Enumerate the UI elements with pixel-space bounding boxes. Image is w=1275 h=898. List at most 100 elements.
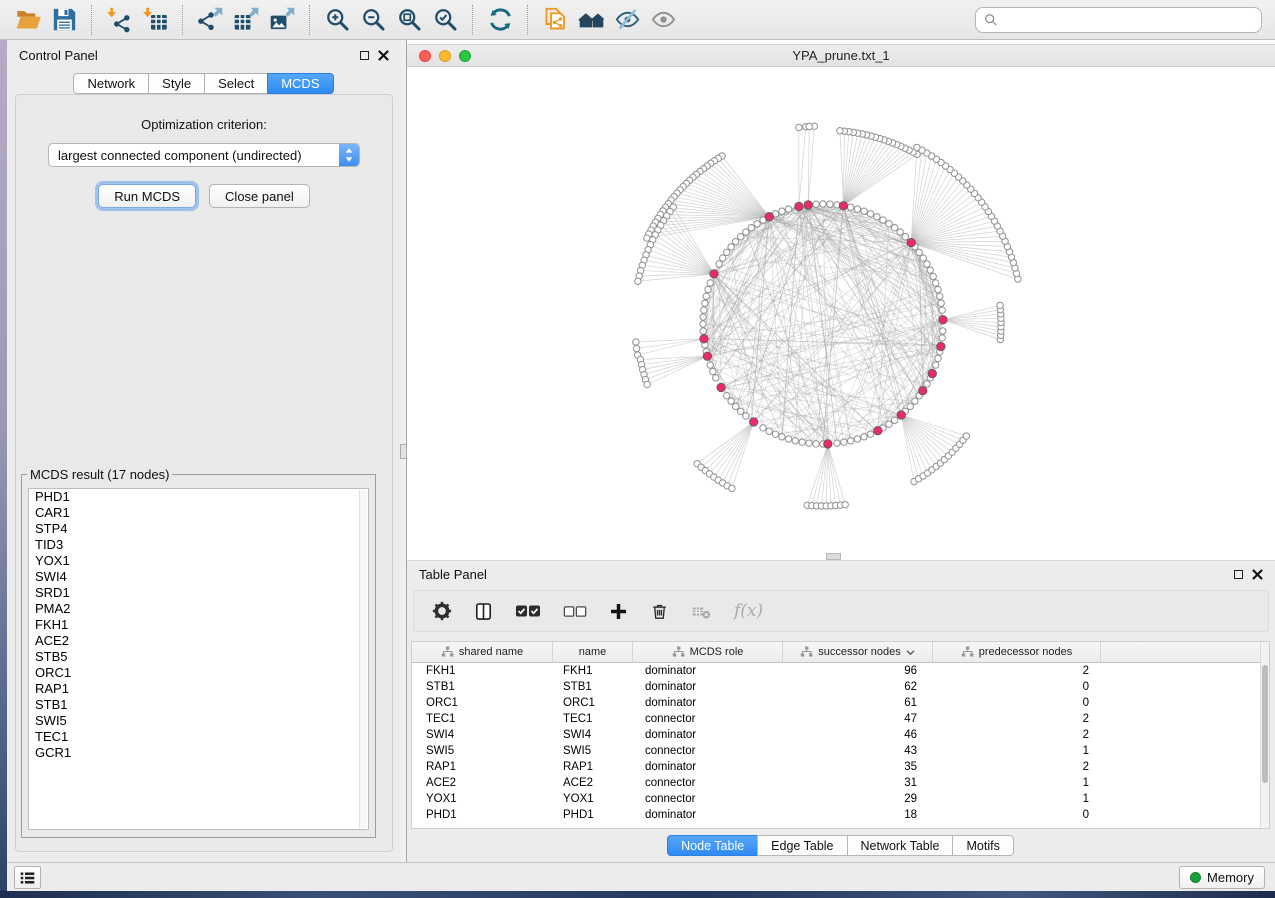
- close-panel-icon[interactable]: [1252, 569, 1263, 580]
- task-history-button[interactable]: [14, 866, 41, 889]
- table-row[interactable]: ORC1ORC1dominator610: [412, 695, 1269, 711]
- mcds-result-item[interactable]: PMA2: [29, 601, 368, 617]
- export-image-icon[interactable]: [264, 3, 300, 37]
- table-row[interactable]: RAP1RAP1dominator352: [412, 759, 1269, 775]
- deselect-all-icon[interactable]: [563, 605, 587, 618]
- table-row[interactable]: SWI4SWI4dominator462: [412, 727, 1269, 743]
- column-header-shared-name[interactable]: shared name: [412, 642, 553, 662]
- search-field[interactable]: [975, 7, 1262, 33]
- tab-edge-table[interactable]: Edge Table: [757, 835, 847, 856]
- mcds-result-item[interactable]: YOX1: [29, 553, 368, 569]
- zoom-fit-icon[interactable]: [391, 3, 427, 37]
- run-mcds-button[interactable]: Run MCDS: [98, 184, 196, 208]
- table-row[interactable]: TEC1TEC1connector472: [412, 711, 1269, 727]
- eye-slash-icon[interactable]: [609, 3, 645, 37]
- delete-icon[interactable]: [650, 602, 669, 621]
- network-area: YPA_prune.txt_1 Table Panel f(x): [407, 40, 1275, 862]
- close-panel-button[interactable]: Close panel: [209, 184, 310, 208]
- table-row[interactable]: YOX1YOX1connector291: [412, 791, 1269, 807]
- optimization-criterion-select[interactable]: largest connected component (undirected): [48, 143, 360, 167]
- table-cell: 29: [783, 793, 933, 805]
- network-canvas[interactable]: [407, 67, 1275, 560]
- column-header-MCDS-role[interactable]: MCDS role: [633, 642, 783, 662]
- table-cell: 96: [783, 665, 933, 677]
- table-cell: connector: [633, 745, 783, 757]
- mcds-result-item[interactable]: PHD1: [29, 489, 368, 505]
- table-cell: 0: [933, 681, 1101, 693]
- zoom-in-icon[interactable]: [319, 3, 355, 37]
- hierarchy-icon: [441, 646, 454, 658]
- zoom-selected-icon[interactable]: [427, 3, 463, 37]
- zoom-out-icon[interactable]: [355, 3, 391, 37]
- tab-mcds[interactable]: MCDS: [267, 73, 333, 94]
- table-row[interactable]: FKH1FKH1dominator962: [412, 663, 1269, 679]
- mcds-result-item[interactable]: ACE2: [29, 633, 368, 649]
- tab-network[interactable]: Network: [73, 73, 149, 94]
- table-cell: RAP1: [412, 761, 553, 773]
- column-label: MCDS role: [690, 646, 744, 658]
- table-row[interactable]: SWI5SWI5connector431: [412, 743, 1269, 759]
- float-panel-icon[interactable]: [1234, 570, 1243, 579]
- memory-button[interactable]: Memory: [1179, 866, 1265, 889]
- node-table[interactable]: shared namename MCDS role successor nodesp…: [411, 641, 1270, 829]
- float-panel-icon[interactable]: [360, 51, 369, 60]
- tab-motifs[interactable]: Motifs: [952, 835, 1013, 856]
- table-cell: SWI4: [553, 729, 633, 741]
- table-cell: FKH1: [412, 665, 553, 677]
- column-header-predecessor-nodes[interactable]: predecessor nodes: [933, 642, 1101, 662]
- table-row[interactable]: ACE2ACE2connector311: [412, 775, 1269, 791]
- mcds-result-list[interactable]: PHD1CAR1STP4TID3YOX1SWI4SRD1PMA2FKH1ACE2…: [28, 488, 369, 830]
- import-network-icon[interactable]: [101, 3, 137, 37]
- network-window-titlebar[interactable]: YPA_prune.txt_1: [407, 44, 1275, 67]
- mcds-result-item[interactable]: CAR1: [29, 505, 368, 521]
- table-cell: TEC1: [412, 713, 553, 725]
- tab-node-table[interactable]: Node Table: [667, 835, 758, 856]
- tab-style[interactable]: Style: [148, 73, 205, 94]
- open-folder-icon[interactable]: [10, 3, 46, 37]
- select-all-icon[interactable]: [515, 604, 541, 618]
- tab-network-table[interactable]: Network Table: [847, 835, 954, 856]
- export-table-icon[interactable]: [228, 3, 264, 37]
- mcds-result-item[interactable]: RAP1: [29, 681, 368, 697]
- column-header-successor-nodes[interactable]: successor nodes: [783, 642, 933, 662]
- add-icon[interactable]: [609, 602, 628, 621]
- table-cell: 2: [933, 713, 1101, 725]
- table-scrollbar[interactable]: [1260, 642, 1269, 828]
- mcds-result-item[interactable]: STB5: [29, 649, 368, 665]
- table-panel-title: Table Panel: [419, 567, 487, 582]
- table-scrollbar-thumb[interactable]: [1262, 665, 1268, 783]
- mcds-result-item[interactable]: SWI4: [29, 569, 368, 585]
- mcds-list-scrollbar[interactable]: [359, 490, 367, 828]
- table-cell: STB1: [553, 681, 633, 693]
- splitter-handle[interactable]: [400, 444, 407, 459]
- column-layout-icon[interactable]: [474, 602, 493, 621]
- mcds-result-item[interactable]: ORC1: [29, 665, 368, 681]
- documents-share-icon[interactable]: [537, 3, 573, 37]
- mcds-result-item[interactable]: SWI5: [29, 713, 368, 729]
- close-panel-icon[interactable]: [378, 50, 389, 61]
- hierarchy-icon: [961, 646, 974, 658]
- mcds-result-item[interactable]: TEC1: [29, 729, 368, 745]
- table-toolbar: f(x): [413, 590, 1269, 632]
- table-splitter-handle[interactable]: [826, 553, 841, 560]
- mcds-result-item[interactable]: FKH1: [29, 617, 368, 633]
- export-network-icon[interactable]: [192, 3, 228, 37]
- table-cell: 47: [783, 713, 933, 725]
- search-input[interactable]: [1004, 13, 1253, 28]
- control-panel-header: Control Panel: [7, 40, 401, 70]
- table-row[interactable]: PHD1PHD1dominator180: [412, 807, 1269, 823]
- mcds-result-item[interactable]: TID3: [29, 537, 368, 553]
- import-table-icon[interactable]: [137, 3, 173, 37]
- eye-icon[interactable]: [645, 3, 681, 37]
- save-icon[interactable]: [46, 3, 82, 37]
- mcds-result-item[interactable]: STB1: [29, 697, 368, 713]
- mcds-result-item[interactable]: STP4: [29, 521, 368, 537]
- settings-gear-icon[interactable]: [432, 601, 452, 621]
- table-row[interactable]: STB1STB1dominator620: [412, 679, 1269, 695]
- houses-icon[interactable]: [573, 3, 609, 37]
- column-header-name[interactable]: name: [553, 642, 633, 662]
- refresh-icon[interactable]: [482, 3, 518, 37]
- mcds-result-item[interactable]: GCR1: [29, 745, 368, 761]
- mcds-result-item[interactable]: SRD1: [29, 585, 368, 601]
- tab-select[interactable]: Select: [204, 73, 268, 94]
